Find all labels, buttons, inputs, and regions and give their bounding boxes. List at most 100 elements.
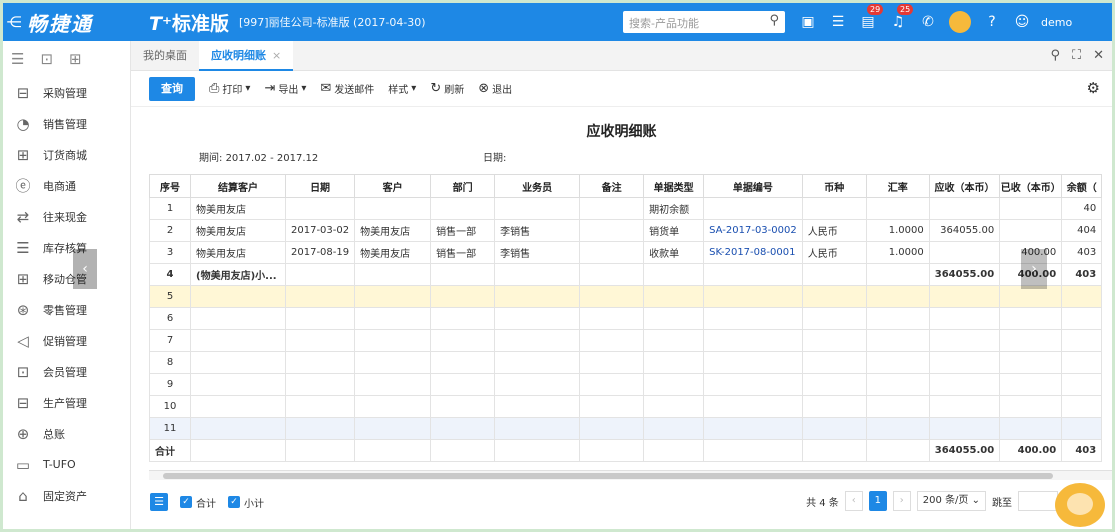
- table-cell: [643, 307, 705, 330]
- favorites-icon[interactable]: ⊡: [40, 50, 53, 68]
- table-cell: [643, 373, 705, 396]
- assistant-avatar-icon[interactable]: [949, 11, 971, 33]
- table-row[interactable]: 11: [149, 417, 1103, 440]
- assistant-mascot-icon[interactable]: [1055, 483, 1105, 527]
- scrollbar-thumb[interactable]: [163, 473, 1053, 479]
- column-header[interactable]: 币种: [801, 174, 867, 198]
- tab-home[interactable]: 我的桌面: [131, 41, 199, 71]
- table-row[interactable]: 7: [149, 329, 1103, 352]
- total-cell: 403: [1061, 439, 1103, 462]
- column-header[interactable]: 单据类型: [643, 174, 705, 198]
- column-settings-icon[interactable]: ☰: [150, 493, 168, 511]
- layout-icon[interactable]: ⊞: [69, 50, 82, 68]
- notification-icon[interactable]: ♫ 25: [883, 4, 914, 30]
- column-header[interactable]: 序号: [149, 174, 191, 198]
- close-tab-icon[interactable]: ×: [272, 49, 281, 62]
- send-email-button[interactable]: ✉ 发送邮件: [320, 81, 374, 96]
- table-row[interactable]: 2 物美用友店 2017-03-02 物美用友店 销售一部 李销售 销货单 SA-2017-0…: [149, 219, 1103, 242]
- page-size-select[interactable]: 200 条/页 ⌄: [916, 491, 986, 511]
- menu-icon[interactable]: ☰: [11, 50, 24, 68]
- table-cell: [703, 197, 803, 220]
- export-button[interactable]: ⇥ 导出 ▾: [264, 81, 306, 96]
- sidebar-item-cash[interactable]: ⇄ 往来现金: [3, 201, 130, 232]
- column-header[interactable]: 备注: [579, 174, 645, 198]
- sidebar-item-retail[interactable]: ⊛ 零售管理: [3, 294, 130, 325]
- help-icon[interactable]: ?: [977, 14, 1007, 30]
- table-cell: [494, 263, 581, 286]
- table-cell: [430, 351, 496, 374]
- scroll-left-arrow-icon[interactable]: ‹: [73, 249, 97, 289]
- table-row[interactable]: 5: [149, 285, 1103, 308]
- top-icons: ▣ ☰ ▤ 29 ♫ 25 ✆ ? ☺ demo: [793, 3, 1072, 41]
- tab-receivable-detail[interactable]: 应收明细账 ×: [199, 40, 294, 71]
- phone-icon[interactable]: ✆: [913, 14, 943, 30]
- column-header[interactable]: 日期: [284, 174, 356, 198]
- search-input[interactable]: 搜索-产品功能 ⚲: [623, 11, 785, 33]
- task-list-icon[interactable]: ☰: [823, 14, 853, 30]
- column-header[interactable]: 单据编号: [703, 174, 803, 198]
- sidebar-item-promotion[interactable]: ◁ 促销管理: [3, 325, 130, 356]
- column-header[interactable]: 已收（本币）: [999, 174, 1063, 198]
- settings-gear-icon[interactable]: ⚙: [1087, 79, 1100, 97]
- table-cell: [1061, 285, 1103, 308]
- refresh-button[interactable]: ↻ 刷新: [430, 81, 464, 96]
- next-page-button[interactable]: ›: [892, 491, 911, 511]
- horizontal-scrollbar[interactable]: [149, 470, 1112, 480]
- scroll-right-arrow-icon[interactable]: ›: [1021, 249, 1047, 289]
- column-header[interactable]: 结算客户: [190, 174, 286, 198]
- column-header[interactable]: 应收（本币）: [928, 174, 1001, 198]
- fullscreen-icon[interactable]: ⛶: [1072, 48, 1081, 63]
- sidebar-item-tufo[interactable]: ▭ T-UFO: [3, 449, 130, 480]
- table-cell: [579, 373, 645, 396]
- column-header[interactable]: 汇率: [865, 174, 930, 198]
- sidebar-item-production[interactable]: ⊟ 生产管理: [3, 387, 130, 418]
- table-row[interactable]: 8: [149, 351, 1103, 374]
- table-cell: [928, 329, 1001, 352]
- table-cell: [284, 197, 356, 220]
- goto-page-input[interactable]: [1018, 491, 1058, 511]
- subtotal-checkbox[interactable]: ✓ 小计: [228, 495, 264, 510]
- table-cell: 2: [149, 219, 191, 242]
- close-icon[interactable]: ✕: [1093, 48, 1104, 63]
- sidebar-item-ledger[interactable]: ⊕ 总账: [3, 418, 130, 449]
- table-cell: [284, 351, 356, 374]
- table-row[interactable]: 9: [149, 373, 1103, 396]
- menu-collapse-icon[interactable]: ⋲: [5, 13, 23, 31]
- sidebar-item-sales[interactable]: ◔ 销售管理: [3, 108, 130, 139]
- sidebar-item-ecommerce[interactable]: ⓔ 电商通: [3, 170, 130, 201]
- total-cell: [801, 439, 867, 462]
- table-row[interactable]: 10: [149, 395, 1103, 418]
- exit-icon: ⊗: [478, 81, 490, 96]
- prev-page-button[interactable]: ‹: [844, 491, 863, 511]
- sidebar-item-inventory[interactable]: ☰ 库存核算: [3, 232, 130, 263]
- query-button[interactable]: 查询: [149, 76, 195, 101]
- print-button[interactable]: ⎙ 打印 ▾: [209, 81, 250, 96]
- user-icon[interactable]: ☺: [1007, 14, 1037, 30]
- total-checkbox[interactable]: ✓ 合计: [180, 495, 216, 510]
- exit-button[interactable]: ⊗ 退出: [478, 81, 512, 96]
- search-icon[interactable]: ⚲: [769, 13, 779, 28]
- table-row[interactable]: 6: [149, 307, 1103, 330]
- table-row[interactable]: 4 (物美用友店)小... 364055.00 400.00 403: [149, 263, 1103, 286]
- username[interactable]: demo: [1041, 16, 1072, 29]
- current-page[interactable]: 1: [868, 491, 887, 511]
- save-icon[interactable]: ▣: [793, 14, 823, 30]
- column-header[interactable]: 余额（: [1061, 174, 1103, 198]
- style-button[interactable]: 样式 ▾: [388, 81, 416, 96]
- sidebar-item-order-mall[interactable]: ⊞ 订货商城: [3, 139, 130, 170]
- sidebar-item-member[interactable]: ⊡ 会员管理: [3, 356, 130, 387]
- sidebar-item-mobile-warehouse[interactable]: ⊞ 移动仓管: [3, 263, 130, 294]
- table-row[interactable]: 1 物美用友店 期初余额 40: [149, 197, 1103, 220]
- sidebar-item-purchase[interactable]: ⊟ 采购管理: [3, 77, 130, 108]
- table-cell: [579, 329, 645, 352]
- table-cell: [430, 307, 496, 330]
- table-cell: [1061, 307, 1103, 330]
- column-header[interactable]: 部门: [430, 174, 496, 198]
- table-row[interactable]: 3 物美用友店 2017-08-19 物美用友店 销售一部 李销售 收款单 SK-2017-0…: [149, 241, 1103, 264]
- search-icon[interactable]: ⚲: [1050, 48, 1060, 63]
- column-header[interactable]: 客户: [354, 174, 432, 198]
- table-cell: 5: [149, 285, 191, 308]
- sidebar-item-fixed-assets[interactable]: ⌂ 固定资产: [3, 480, 130, 511]
- message-icon[interactable]: ▤ 29: [853, 4, 884, 30]
- column-header[interactable]: 业务员: [494, 174, 581, 198]
